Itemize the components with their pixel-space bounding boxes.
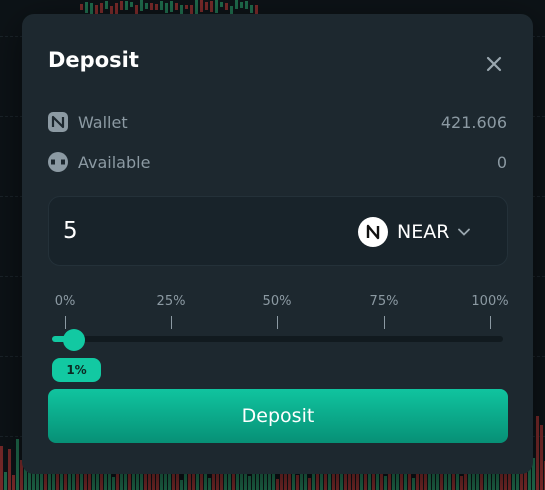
background-candle — [200, 471, 203, 490]
slider-tick — [65, 316, 66, 329]
background-candle — [235, 0, 238, 9]
background-candle — [225, 2, 228, 11]
background-candle — [200, 0, 203, 12]
close-icon — [486, 56, 502, 72]
background-candle — [536, 415, 539, 490]
background-candle — [85, 2, 88, 14]
background-candle — [155, 3, 158, 11]
slider-label-25[interactable]: 25% — [157, 294, 186, 309]
background-candle — [208, 478, 211, 490]
background-candle — [105, 0, 108, 10]
slider-tick — [171, 316, 172, 329]
slider-thumb[interactable] — [63, 329, 86, 351]
background-candle — [245, 0, 248, 9]
background-candle — [120, 0, 123, 10]
background-candle — [175, 2, 178, 11]
available-row: Available 0 — [48, 151, 507, 173]
background-candle — [444, 474, 447, 490]
background-candle — [80, 4, 83, 10]
background-candle — [8, 448, 11, 490]
vault-icon — [48, 152, 68, 172]
chevron-down-icon — [458, 228, 471, 236]
background-candle — [540, 424, 543, 490]
wallet-label: Wallet — [78, 112, 128, 132]
background-candle — [48, 471, 51, 490]
available-label: Available — [78, 152, 151, 172]
slider-label-50[interactable]: 50% — [263, 294, 292, 309]
background-candle — [95, 4, 98, 14]
background-candle — [84, 474, 87, 490]
background-candle — [228, 474, 231, 490]
near-logo-icon — [48, 112, 68, 132]
slider-track[interactable] — [52, 336, 503, 342]
background-candle — [140, 0, 143, 11]
background-candle — [516, 473, 519, 490]
background-candle — [276, 479, 279, 490]
wallet-balance: 421.606 — [440, 112, 507, 132]
wallet-row: Wallet 421.606 — [48, 111, 507, 133]
deposit-button[interactable]: Deposit — [48, 389, 508, 443]
background-candle — [150, 3, 153, 11]
background-candle — [170, 0, 173, 13]
background-candle — [160, 0, 163, 11]
background-candle — [90, 3, 93, 15]
close-button[interactable] — [482, 52, 506, 76]
slider-label-75[interactable]: 75% — [370, 294, 399, 309]
modal-title: Deposit — [48, 48, 139, 72]
background-candle — [460, 475, 463, 490]
background-candle — [324, 471, 327, 490]
background-candle — [112, 476, 115, 490]
background-candle — [300, 474, 303, 490]
amount-box: NEAR — [48, 196, 508, 266]
percent-badge: 1% — [52, 358, 101, 382]
background-candle — [110, 5, 113, 15]
background-candle — [130, 2, 133, 7]
slider-tick — [384, 316, 385, 329]
background-candle — [250, 4, 253, 13]
background-candle — [240, 1, 243, 8]
background-candle — [100, 3, 103, 14]
background-candle — [215, 0, 218, 13]
available-balance: 0 — [496, 152, 507, 172]
background-candle — [180, 479, 183, 490]
background-candle — [195, 0, 198, 16]
background-candle — [0, 445, 3, 490]
background-candle — [165, 2, 168, 13]
near-logo-icon — [358, 217, 388, 247]
background-candle — [145, 2, 148, 9]
background-candle — [384, 476, 387, 490]
slider-tick — [490, 316, 491, 329]
slider-labels: 0% 25% 50% 75% 100% — [22, 294, 533, 314]
background-candle — [248, 475, 251, 490]
token-name: NEAR — [397, 221, 450, 243]
background-candle — [188, 473, 191, 490]
slider-label-100[interactable]: 100% — [471, 294, 508, 309]
background-candle — [205, 1, 208, 11]
background-candle — [4, 471, 7, 490]
deposit-modal: Deposit Wallet 421.606 Available 0 5 NEA… — [22, 14, 533, 474]
slider-tick — [277, 316, 278, 329]
slider-label-0[interactable]: 0% — [55, 294, 76, 309]
background-candle — [125, 1, 128, 10]
amount-input[interactable] — [63, 213, 313, 249]
background-candle — [296, 474, 299, 490]
background-candle — [12, 474, 15, 490]
background-candle — [308, 477, 311, 490]
background-candle — [220, 1, 223, 8]
background-candle — [210, 0, 213, 12]
token-selector[interactable]: NEAR — [358, 216, 471, 248]
background-candle — [16, 438, 19, 490]
background-candle — [412, 477, 415, 490]
background-candle — [185, 5, 188, 10]
